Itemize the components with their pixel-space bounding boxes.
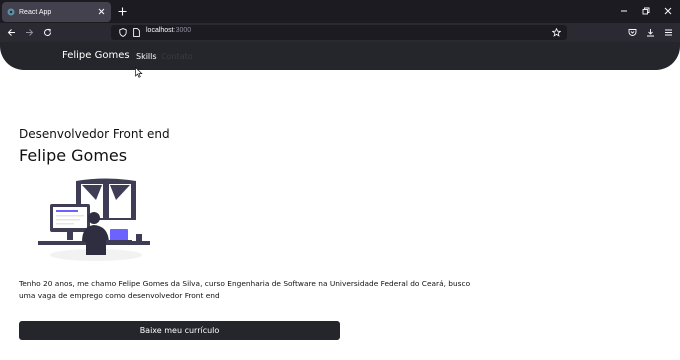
- brand-name[interactable]: Felipe Gomes: [62, 50, 130, 61]
- pocket-icon[interactable]: [626, 26, 638, 38]
- nav-link-contato[interactable]: Contato: [161, 52, 193, 61]
- page-icon[interactable]: [132, 28, 141, 37]
- download-resume-button[interactable]: Baixe meu currículo: [19, 321, 340, 340]
- developer-illustration: [38, 178, 150, 261]
- minimize-icon[interactable]: [618, 5, 630, 17]
- back-icon[interactable]: [5, 26, 18, 39]
- forward-icon[interactable]: [23, 26, 36, 39]
- download-icon[interactable]: [644, 26, 656, 38]
- window-close-icon[interactable]: [662, 5, 674, 17]
- browser-tab[interactable]: React App: [2, 2, 111, 22]
- site-header: Felipe Gomes Skills Contato: [0, 42, 680, 70]
- menu-icon[interactable]: [662, 26, 674, 38]
- hero-name: Felipe Gomes: [19, 146, 128, 165]
- bookmark-star-icon[interactable]: [552, 28, 561, 37]
- hero-subtitle: Desenvolvedor Front end: [19, 127, 170, 141]
- restore-icon[interactable]: [640, 5, 652, 17]
- mouse-cursor-icon: [135, 67, 143, 78]
- tab-title: React App: [19, 8, 52, 16]
- nav-link-skills[interactable]: Skills: [136, 52, 157, 61]
- tab-close-icon[interactable]: [96, 6, 107, 17]
- browser-toolbar: localhost:3000: [0, 23, 680, 42]
- hero-bio: Tenho 20 anos, me chamo Felipe Gomes da …: [19, 279, 471, 300]
- react-icon: [7, 8, 15, 16]
- url-host: localhost: [146, 27, 174, 34]
- new-tab-icon[interactable]: [116, 4, 128, 18]
- url-port: :3000: [173, 27, 192, 34]
- url-text: localhost:3000: [146, 27, 191, 34]
- browser-tab-bar: React App: [0, 0, 680, 23]
- url-bar[interactable]: localhost:3000: [111, 25, 567, 40]
- shield-icon[interactable]: [118, 28, 127, 37]
- reload-icon[interactable]: [41, 26, 54, 39]
